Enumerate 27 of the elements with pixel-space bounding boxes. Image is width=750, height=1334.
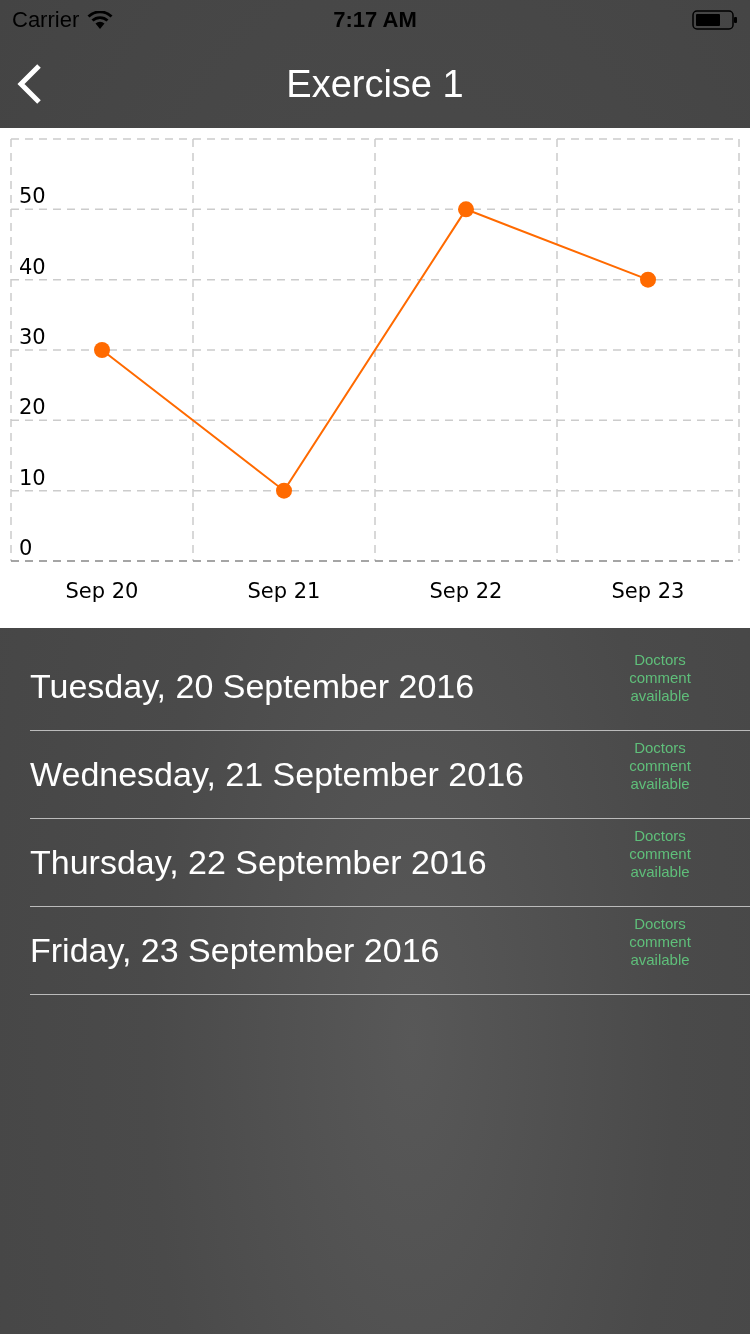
comment-status: Doctors comment available [628,914,692,969]
carrier-label: Carrier [12,7,80,33]
wifi-icon [87,11,114,29]
y-tick-label: 0 [19,536,33,560]
y-tick-label: 30 [19,325,46,349]
data-point [276,482,292,499]
x-tick-label: Sep 21 [247,579,321,603]
status-time: 7:17 AM [333,7,417,32]
comment-status: Doctors comment available [628,738,692,793]
comment-status: Doctors comment available [628,650,692,705]
x-tick-label: Sep 23 [611,579,685,603]
x-tick-label: Sep 20 [65,579,139,603]
y-tick-label: 50 [19,184,46,209]
y-tick-label: 20 [19,395,46,420]
comment-status: Doctors comment available [628,826,692,881]
data-point [458,201,474,218]
date-entry[interactable]: Thursday, 22 September 2016 [30,843,487,882]
battery-icon [692,10,738,30]
data-point [94,342,110,358]
x-tick-label: Sep 22 [429,579,503,603]
date-entry[interactable]: Tuesday, 20 September 2016 [30,667,475,706]
date-entry[interactable]: Wednesday, 21 September 2016 [30,755,524,794]
data-point [640,271,656,288]
date-entry[interactable]: Friday, 23 September 2016 [30,931,440,970]
y-tick-label: 40 [19,254,46,279]
screen-title: Exercise 1 [286,62,464,106]
y-tick-label: 10 [19,465,46,490]
